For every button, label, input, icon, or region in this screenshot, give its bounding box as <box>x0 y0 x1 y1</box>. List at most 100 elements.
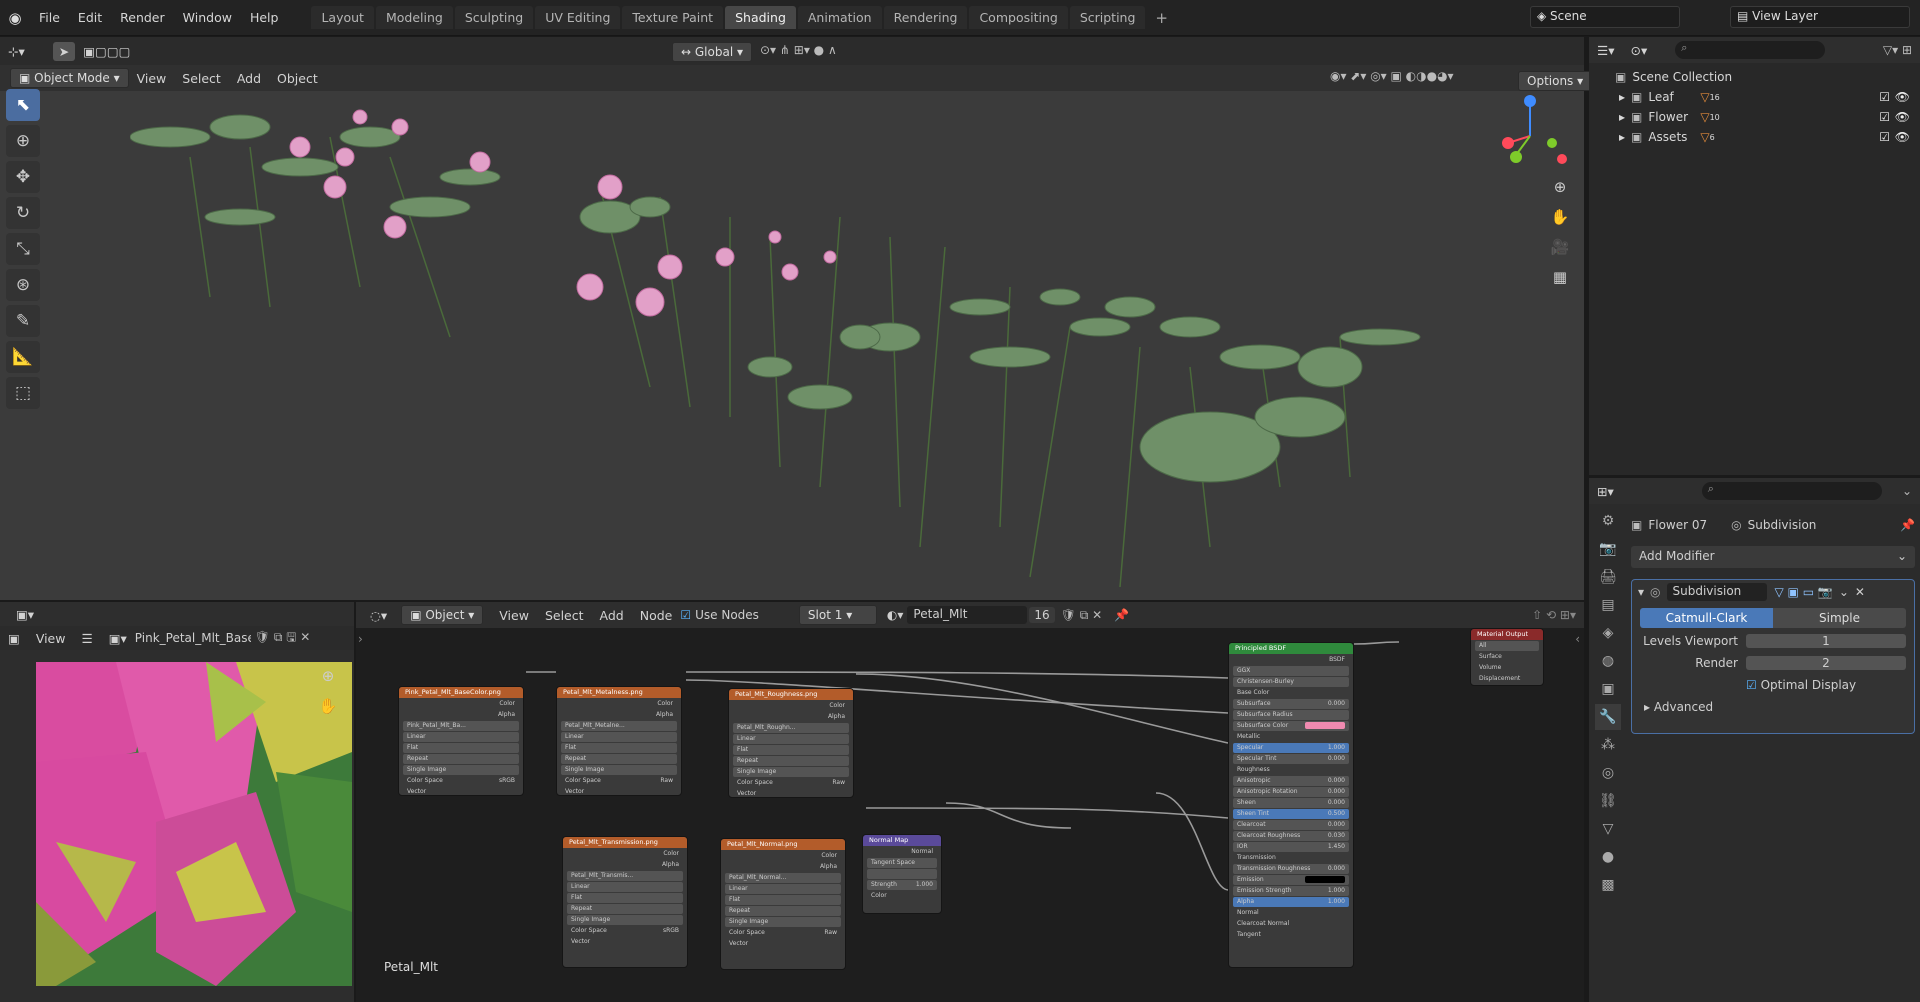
select-tool-icon[interactable]: ➤ <box>52 41 76 61</box>
material-tab-icon[interactable]: ● <box>1595 844 1621 870</box>
bsdf-input-clearcoat[interactable]: Clearcoat 0.000 <box>1233 820 1349 830</box>
close-icon[interactable]: ✕ <box>1855 585 1865 599</box>
bsdf-input-anisotropic-rotation[interactable]: Anisotropic Rotation 0.000 <box>1233 787 1349 797</box>
workspace-tab-texture-paint[interactable]: Texture Paint <box>622 6 724 29</box>
bsdf-input-specular-tint[interactable]: Specular Tint 0.000 <box>1233 754 1349 764</box>
bsdf-input-roughness[interactable]: Roughness <box>1233 765 1349 775</box>
shader-node-editor[interactable]: ◌▾ ▣ Object ▾ View Select Add Node ☑ Use… <box>356 602 1584 1002</box>
optimal-display-row[interactable]: ☑ Optimal Display <box>1746 678 1906 692</box>
extension-dropdown[interactable]: Repeat <box>403 754 519 764</box>
extension-dropdown[interactable]: Repeat <box>561 754 677 764</box>
pin-icon[interactable]: 📌 <box>1114 608 1129 622</box>
image-menu-view[interactable]: View <box>28 631 74 646</box>
camera-view-icon[interactable]: 🎥 <box>1546 233 1574 261</box>
source-dropdown[interactable]: Single Image <box>403 765 519 775</box>
rotate-tool-icon[interactable]: ↻ <box>6 197 40 229</box>
view-layer-selector[interactable]: ▤ View Layer <box>1730 6 1910 28</box>
editor-type-icon[interactable]: ⊹▾ <box>0 44 33 59</box>
node-image-texture-transmission[interactable]: Petal_Mlt_Transmission.png Color Alpha P… <box>562 836 688 968</box>
projection-dropdown[interactable]: Flat <box>567 893 683 903</box>
scene-selector[interactable]: ◈ Scene <box>1530 6 1680 28</box>
colorspace-row[interactable]: Color Space Raw <box>733 778 849 788</box>
distribution-dropdown[interactable]: GGX <box>1233 666 1349 676</box>
add-cube-tool-icon[interactable]: ⬚ <box>6 377 40 409</box>
bsdf-input-normal[interactable]: Normal <box>1233 908 1349 918</box>
viewport-menu-add[interactable]: Add <box>229 71 269 86</box>
node-image-texture-roughness[interactable]: Petal_Mlt_Roughness.png Color Alpha Peta… <box>728 688 854 798</box>
projection-dropdown[interactable]: Flat <box>733 745 849 755</box>
expand-arrow-icon[interactable]: ▸ <box>1619 130 1631 144</box>
outliner-item-assets[interactable]: ▸ ▣ Assets ▽ 6 ☑ 👁 <box>1589 127 1920 147</box>
properties-search-input[interactable]: ⌕ <box>1701 482 1882 500</box>
data-tab-icon[interactable]: ▽ <box>1595 816 1621 842</box>
sidebar-expand-arrow-icon[interactable]: ‹ <box>1575 632 1580 646</box>
properties-editor-type-icon[interactable]: ⊞▾ <box>1589 484 1622 499</box>
image-field[interactable]: Petal_Mlt_Transmis... <box>567 871 683 881</box>
extension-dropdown[interactable]: Repeat <box>567 904 683 914</box>
bsdf-input-specular[interactable]: Specular 1.000 <box>1233 743 1349 753</box>
outliner-item-flower[interactable]: ▸ ▣ Flower ▽ 10 ☑ 👁 <box>1589 107 1920 127</box>
object-tab-icon[interactable]: ▣ <box>1595 676 1621 702</box>
bsdf-input-transmission-roughness[interactable]: Transmission Roughness 0.000 <box>1233 864 1349 874</box>
expand-arrow-icon[interactable]: ▸ <box>1619 110 1631 124</box>
socket-vector[interactable]: Vector <box>733 789 849 797</box>
bsdf-input-sheen-tint[interactable]: Sheen Tint 0.500 <box>1233 809 1349 819</box>
socket-color[interactable]: Color <box>733 701 849 711</box>
socket-vector[interactable]: Vector <box>561 787 677 795</box>
visibility-eye-icon[interactable]: 👁 <box>1895 130 1910 144</box>
viewport-menu-view[interactable]: View <box>129 71 175 86</box>
space-dropdown[interactable]: Tangent Space <box>867 858 937 868</box>
outliner-filter-mode-icon[interactable]: ⊙▾ <box>1622 43 1655 58</box>
collapse-arrow-icon[interactable]: ▾ <box>1638 585 1644 599</box>
image-editor-menu-icon[interactable]: ☰ <box>73 631 100 646</box>
socket-color-in[interactable]: Color <box>867 891 937 901</box>
extension-dropdown[interactable]: Repeat <box>733 756 849 766</box>
outliner-search-input[interactable]: ⌕ <box>1675 41 1826 59</box>
bsdf-input-transmission[interactable]: Transmission <box>1233 853 1349 863</box>
socket-color[interactable]: Color <box>725 851 841 861</box>
add-modifier-dropdown[interactable]: Add Modifier ⌄ <box>1631 546 1915 568</box>
interpolation-dropdown[interactable]: Linear <box>561 732 677 742</box>
socket-volume[interactable]: Volume <box>1475 663 1539 673</box>
strength-field[interactable]: Strength 1.000 <box>867 880 937 890</box>
source-dropdown[interactable]: Single Image <box>561 765 677 775</box>
simple-button[interactable]: Simple <box>1773 608 1906 628</box>
levels-viewport-field[interactable]: 1 <box>1746 634 1906 648</box>
bsdf-input-base-color[interactable]: Base Color <box>1233 688 1349 698</box>
constraints-tab-icon[interactable]: ⛓ <box>1595 788 1621 814</box>
material-browse-icon[interactable]: ◐▾ <box>887 608 904 622</box>
annotate-tool-icon[interactable]: ✎ <box>6 305 40 337</box>
socket-alpha[interactable]: Alpha <box>567 860 683 870</box>
pivot-snap-icons[interactable]: ⊙▾ ⋔ ⊞▾ ● ∧ <box>760 43 837 57</box>
socket-bsdf-out[interactable]: BSDF <box>1233 655 1349 665</box>
image-browse-icon[interactable]: ▣▾ <box>101 631 135 646</box>
socket-color[interactable]: Color <box>403 699 519 709</box>
outliner-filter-icon[interactable]: ▽▾ ⊞ <box>1883 43 1912 57</box>
interpolation-dropdown[interactable]: Linear <box>567 882 683 892</box>
world-tab-icon[interactable]: ◍ <box>1595 648 1621 674</box>
socket-vector[interactable]: Vector <box>567 937 683 947</box>
uvmap-field[interactable] <box>867 869 937 879</box>
use-nodes-checkbox[interactable]: ☑ <box>680 608 691 622</box>
advanced-subpanel[interactable]: ▸ Advanced <box>1644 700 1902 714</box>
workspace-tab-shading[interactable]: Shading <box>725 6 796 29</box>
image-datablock-icons[interactable]: 🛡 ⧉ 🖫 ✕ <box>255 628 311 649</box>
pan-hand-icon[interactable]: ✋ <box>1546 203 1574 231</box>
menu-edit[interactable]: Edit <box>69 0 111 36</box>
viewport-overlay-icons[interactable]: ◉▾ ⬈▾ ◎▾ ▣ ◐◑●◕▾ <box>1330 69 1454 83</box>
optimal-display-checkbox[interactable]: ☑ <box>1746 678 1757 692</box>
bsdf-input-sheen[interactable]: Sheen 0.000 <box>1233 798 1349 808</box>
bsdf-input-clearcoat-normal[interactable]: Clearcoat Normal <box>1233 919 1349 929</box>
viewport-menu-select[interactable]: Select <box>174 71 229 86</box>
node-normal-map[interactable]: Normal Map Normal Tangent Space Strength… <box>862 834 942 914</box>
workspace-tab-sculpting[interactable]: Sculpting <box>454 6 534 29</box>
socket-alpha[interactable]: Alpha <box>725 862 841 872</box>
scene-tab-icon[interactable]: ◈ <box>1595 620 1621 646</box>
image-field[interactable]: Petal_Mlt_Roughn... <box>733 723 849 733</box>
perspective-grid-icon[interactable]: ▦ <box>1546 263 1574 291</box>
measure-tool-icon[interactable]: 📐 <box>6 341 40 373</box>
menu-file[interactable]: File <box>30 0 69 36</box>
particles-tab-icon[interactable]: ⁂ <box>1595 732 1621 758</box>
socket-displacement[interactable]: Displacement <box>1475 674 1539 684</box>
socket-vector[interactable]: Vector <box>403 787 519 795</box>
